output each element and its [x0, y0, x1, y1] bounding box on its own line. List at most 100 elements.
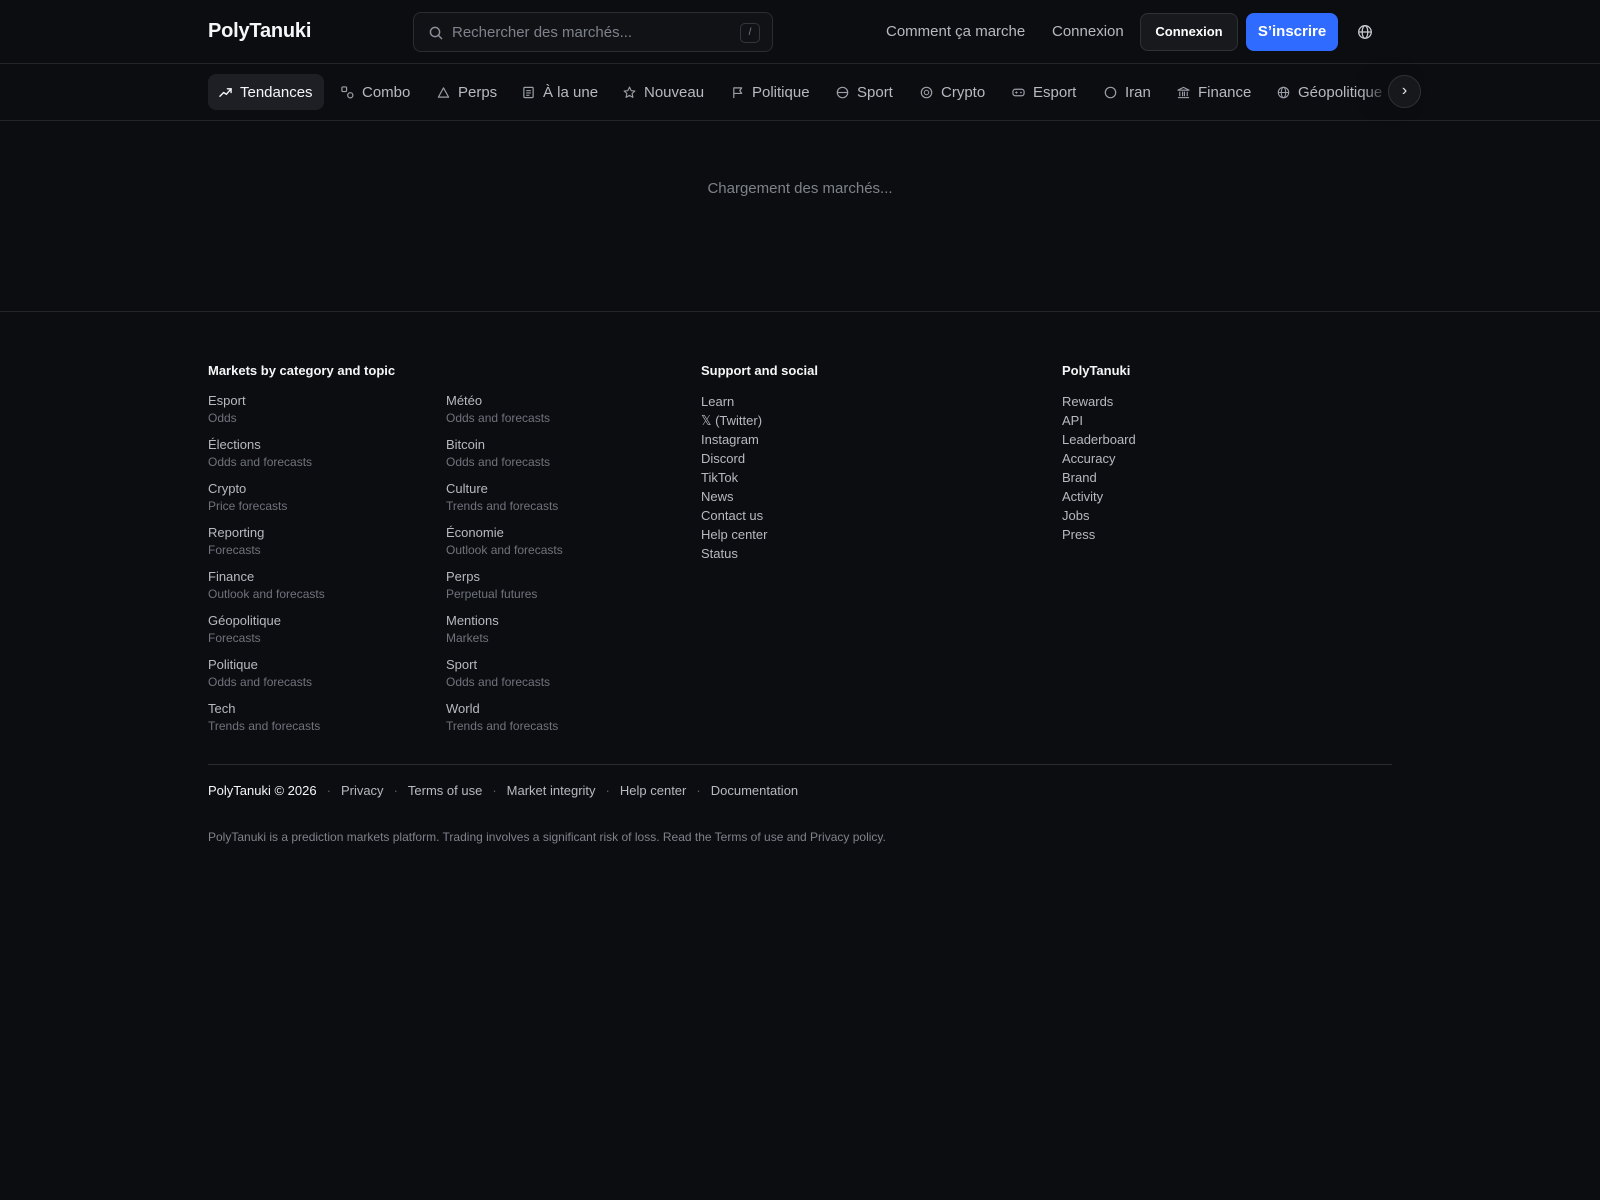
footer-bottom-divider: [208, 764, 1392, 765]
how-it-works-link[interactable]: Comment ça marche: [886, 23, 1025, 40]
legal-link-terms[interactable]: Terms of use: [408, 783, 482, 798]
market-link-reporting[interactable]: Reporting Forecasts: [208, 524, 428, 559]
support-heading: Support and social: [701, 363, 819, 378]
page: PolyTanuki Rechercher des marchés... / C…: [0, 0, 1600, 1200]
market-name: Culture: [446, 481, 488, 496]
market-name: Économie: [446, 525, 504, 540]
footer-link-jobs[interactable]: Jobs: [1062, 506, 1136, 525]
market-link-sport[interactable]: Sport Odds and forecasts: [446, 656, 666, 691]
market-link-esport[interactable]: Esport Odds: [208, 392, 428, 427]
market-name: Sport: [446, 657, 478, 672]
category-crypto[interactable]: Crypto: [920, 74, 985, 110]
category-iran[interactable]: Iran: [1104, 74, 1151, 110]
flag-icon: [733, 86, 743, 98]
category-sport[interactable]: Sport: [836, 74, 893, 110]
legal-link-documentation[interactable]: Documentation: [711, 783, 798, 798]
site-logo[interactable]: PolyTanuki: [208, 20, 311, 43]
category-esport[interactable]: Esport: [1012, 74, 1076, 110]
market-subtitle: Markets: [446, 631, 489, 645]
category-a-la-une[interactable]: À la une: [522, 74, 598, 110]
footer-link-tiktok[interactable]: TikTok: [701, 468, 767, 487]
category-label: Crypto: [941, 83, 986, 101]
market-name: Élections: [208, 437, 261, 452]
circle-icon: [1104, 86, 1117, 98]
market-link-economie[interactable]: Économie Outlook and forecasts: [446, 524, 666, 559]
separator: ·: [326, 783, 331, 798]
market-name: Géopolitique: [208, 613, 281, 628]
category-label: Finance: [1198, 83, 1252, 101]
legal-bar: PolyTanuki © 2026 · Privacy · Terms of u…: [208, 783, 798, 798]
market-subtitle: Perpetual futures: [446, 587, 538, 601]
legal-link-market-integrity[interactable]: Market integrity: [507, 783, 596, 798]
market-link-culture[interactable]: Culture Trends and forecasts: [446, 480, 666, 515]
legal-link-privacy[interactable]: Privacy: [341, 783, 384, 798]
footer-link-accuracy[interactable]: Accuracy: [1062, 449, 1136, 468]
globe-icon[interactable]: [1357, 24, 1373, 40]
legal-link-help-center[interactable]: Help center: [620, 783, 686, 798]
market-link-mentions[interactable]: Mentions Markets: [446, 612, 666, 647]
search-input[interactable]: Rechercher des marchés...: [452, 24, 632, 41]
market-link-crypto[interactable]: Crypto Price forecasts: [208, 480, 428, 515]
footer-link-instagram[interactable]: Instagram: [701, 430, 767, 449]
coin-icon: [920, 86, 933, 98]
market-subtitle: Trends and forecasts: [208, 719, 321, 733]
globe-icon: [1277, 86, 1290, 98]
footer-link-news[interactable]: News: [701, 487, 767, 506]
market-link-finance[interactable]: Finance Outlook and forecasts: [208, 568, 428, 603]
market-link-tech[interactable]: Tech Trends and forecasts: [208, 700, 428, 735]
footer-link-help-center[interactable]: Help center: [701, 525, 767, 544]
category-label: Iran: [1125, 83, 1151, 101]
footer-link-status[interactable]: Status: [701, 544, 767, 563]
search-bar[interactable]: Rechercher des marchés... /: [413, 12, 773, 52]
market-name: Météo: [446, 393, 483, 408]
market-link-meteo[interactable]: Météo Odds and forecasts: [446, 392, 666, 427]
triangle-icon: [437, 86, 450, 98]
category-tendances[interactable]: Tendances: [208, 74, 324, 110]
footer-divider: [0, 311, 1600, 312]
star-icon: [623, 86, 636, 98]
category-label: Politique: [752, 83, 810, 101]
category-label: Combo: [362, 83, 411, 101]
category-nouveau[interactable]: Nouveau: [623, 74, 704, 110]
footer-link-api[interactable]: API: [1062, 411, 1136, 430]
market-subtitle: Outlook and forecasts: [446, 543, 563, 557]
login-link[interactable]: Connexion: [1052, 23, 1124, 40]
market-link-bitcoin[interactable]: Bitcoin Odds and forecasts: [446, 436, 666, 471]
category-label: Géopolitique: [1298, 83, 1383, 101]
footer-link-rewards[interactable]: Rewards: [1062, 392, 1136, 411]
market-name: Tech: [208, 701, 236, 716]
market-link-elections[interactable]: Élections Odds and forecasts: [208, 436, 428, 471]
footer-link-twitter[interactable]: 𝕏 (Twitter): [701, 411, 767, 430]
footer-link-press[interactable]: Press: [1062, 525, 1136, 544]
chevron-right-icon: ›: [1401, 82, 1408, 99]
footer-link-activity[interactable]: Activity: [1062, 487, 1136, 506]
market-link-perps[interactable]: Perps Perpetual futures: [446, 568, 666, 603]
market-subtitle: Odds and forecasts: [446, 411, 551, 425]
category-perps[interactable]: Perps: [437, 74, 497, 110]
market-subtitle: Outlook and forecasts: [208, 587, 325, 601]
footer-link-discord[interactable]: Discord: [701, 449, 767, 468]
brand-links: Rewards API Leaderboard Accuracy Brand A…: [1062, 392, 1136, 544]
signup-button[interactable]: S’inscrire: [1246, 13, 1338, 51]
market-subtitle: Odds: [208, 411, 237, 425]
category-finance[interactable]: Finance: [1177, 74, 1251, 110]
market-link-geopolitique[interactable]: Géopolitique Forecasts: [208, 612, 428, 647]
category-combo[interactable]: Combo: [341, 74, 410, 110]
combo-icon: [341, 85, 354, 98]
category-politique[interactable]: Politique: [731, 74, 810, 110]
footer-link-leaderboard[interactable]: Leaderboard: [1062, 430, 1136, 449]
market-name: Perps: [446, 569, 480, 584]
market-subtitle: Price forecasts: [208, 499, 288, 513]
footer-link-contact[interactable]: Contact us: [701, 506, 767, 525]
market-subtitle: Trends and forecasts: [446, 499, 559, 513]
market-name: Reporting: [208, 525, 265, 540]
category-scroll-next-button[interactable]: ›: [1388, 75, 1421, 108]
category-label: Esport: [1033, 83, 1077, 101]
login-button[interactable]: Connexion: [1140, 13, 1238, 51]
market-link-world[interactable]: World Trends and forecasts: [446, 700, 666, 735]
market-link-politique[interactable]: Politique Odds and forecasts: [208, 656, 428, 691]
category-geopolitique[interactable]: Géopolitique: [1277, 74, 1382, 110]
market-name: Mentions: [446, 613, 499, 628]
footer-link-brand[interactable]: Brand: [1062, 468, 1136, 487]
footer-link-learn[interactable]: Learn: [701, 392, 767, 411]
